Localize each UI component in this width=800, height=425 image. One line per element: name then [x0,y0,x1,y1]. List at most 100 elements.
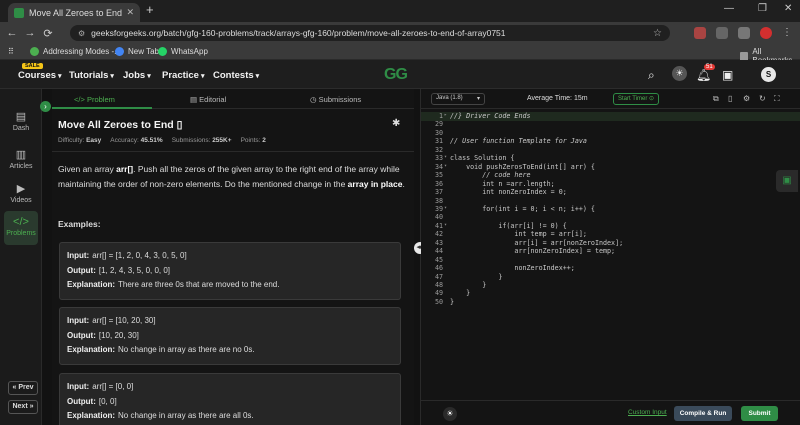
browser-menu-icon[interactable]: ⋮ [782,27,794,39]
new-tab-button[interactable]: + [146,2,154,17]
editor-pane: Java (1.8) ▾ Average Time: 15m Start Time… [421,89,800,425]
custom-input-link[interactable]: Custom Input [628,409,667,416]
menu-contests[interactable]: Contests ▾ [213,70,259,81]
extension-icon[interactable] [694,27,706,39]
bookmark-icon[interactable]: ▯ [174,119,183,131]
profile-icon[interactable] [760,27,772,39]
theme-icon[interactable]: ☀ [443,407,457,421]
apps-icon[interactable]: ⠿ [8,47,14,56]
avatar[interactable]: S [761,67,776,82]
left-nav-rail: ▤ Dash ▥ Articles ▶ Videos </> Problems « Pr… [0,89,42,425]
forward-arrow-icon[interactable]: → [21,27,39,39]
code-line[interactable]: 42 int temp = arr[i]; [421,230,800,239]
bookmark-new-tab[interactable]: New Tab [115,47,159,56]
submit-button[interactable]: Submit [741,406,778,421]
menu-jobs[interactable]: Jobs ▾ [123,70,151,81]
code-text: arr[nonZeroIndex] = temp; [450,247,616,256]
browser-tab-active[interactable]: Move All Zeroes to End | Practi ✕ [8,3,140,22]
code-line[interactable]: 38 [421,197,800,206]
menu-practice[interactable]: Practice ▾ [162,70,205,81]
code-line[interactable]: 29 [421,120,800,129]
bell-icon[interactable]: 🔔︎ [696,68,711,82]
code-line[interactable]: 44 arr[nonZeroIndex] = temp; [421,247,800,256]
rail-item-dash[interactable]: ▤ Dash [4,105,38,139]
chevron-right-icon[interactable]: › [40,101,51,112]
fold-icon[interactable]: ▸ [444,112,447,118]
fold-icon[interactable]: ▾ [444,205,447,211]
code-line[interactable]: 49 } [421,289,800,298]
bug-report-icon[interactable]: ✱ [392,118,400,129]
search-icon[interactable]: ⌕ [648,68,655,83]
start-timer-button[interactable]: Start Timer ⊙ [613,93,660,105]
code-line[interactable]: 33 ▾ class Solution { [421,154,800,163]
code-line[interactable]: 40 [421,213,800,222]
close-icon[interactable]: ✕ [126,7,134,18]
code-editor[interactable]: 1 ▸//} Driver Code Ends 29 30 31// User func… [421,110,800,400]
reset-icon[interactable]: ↻ [759,94,766,103]
dash-icon: ▤ [15,111,27,123]
code-line[interactable]: 48 } [421,281,800,290]
settings-icon[interactable]: ⚙ [743,94,750,103]
prev-button[interactable]: « Prev [8,381,38,395]
active-tab-indicator [52,107,152,109]
address-bar[interactable]: ⚙ geeksforgeeks.org/batch/gfg-160-proble… [70,25,670,41]
code-line[interactable]: 35 // code here [421,171,800,180]
code-line[interactable]: 45 [421,256,800,265]
translate-icon[interactable]: ▣ [722,68,733,82]
site-info-icon[interactable]: ⚙ [78,29,85,38]
clock-icon: ◷ [310,95,319,104]
chat-icon[interactable]: ▣ [776,170,798,192]
code-line[interactable]: 1 ▸//} Driver Code Ends [421,112,800,121]
copy-icon[interactable]: ⧉ [713,94,719,104]
tab-submissions[interactable]: ◷ Submissions [310,95,361,104]
code-line[interactable]: 32 [421,146,800,155]
minimize-icon[interactable]: — [724,3,734,14]
bookmark-addressing-modes[interactable]: Addressing Modes -... [30,47,121,56]
code-line[interactable]: 50} [421,298,800,307]
bookmark-whatsapp[interactable]: WhatsApp [158,47,208,56]
line-number: 41 [434,221,443,230]
rail-item-problems[interactable]: </> Problems [4,211,38,245]
code-line[interactable]: 34 ▾ void pushZerosToEnd(int[] arr) { [421,163,800,172]
code-line[interactable]: 39 ▾ for(int i = 0; i < n; i++) { [421,205,800,214]
file-icon[interactable]: ▯ [728,94,732,103]
line-number: 49 [434,289,443,298]
theme-toggle-icon[interactable]: ☀ [672,66,687,81]
fold-icon[interactable]: ▾ [444,222,447,228]
rail-item-articles[interactable]: ▥ Articles [4,143,38,177]
menu-tutorials[interactable]: Tutorials ▾ [69,70,114,81]
fold-icon[interactable]: ▾ [444,154,447,160]
code-line[interactable]: 37 int nonZeroIndex = 0; [421,188,800,197]
gfg-logo[interactable]: GG [384,66,408,84]
tab-editorial[interactable]: ▤ Editorial [190,95,226,104]
example-input: arr[] = [1, 2, 0, 4, 3, 0, 5, 0] [92,251,187,260]
fullscreen-icon[interactable]: ⛶ [774,94,780,104]
menu-courses[interactable]: Courses ▾ [18,70,62,81]
chevron-down-icon: ▾ [255,73,260,80]
code-line[interactable]: 47 } [421,273,800,282]
code-line[interactable]: 41 ▾ if(arr[i] != 0) { [421,222,800,231]
back-arrow-icon[interactable]: ← [3,27,21,39]
rail-item-videos[interactable]: ▶ Videos [4,177,38,211]
tab-problem[interactable]: </> Problem [74,95,115,104]
extensions-puzzle-icon[interactable] [716,27,728,39]
code-line[interactable]: 46 nonZeroIndex++; [421,264,800,273]
code-line[interactable]: 31 // User function Template for Java [421,137,800,146]
page-title: Move All Zeroes to End ▯ [58,119,183,131]
code-line[interactable]: 43 arr[i] = arr[nonZeroIndex]; [421,239,800,248]
gfg-favicon-icon [14,7,24,18]
code-text: if(arr[i] != 0) { [450,221,567,230]
reload-icon[interactable]: ⟳ [39,27,57,40]
compile-run-button[interactable]: Compile & Run [674,406,732,421]
side-panel-icon[interactable] [738,27,750,39]
code-line[interactable]: 36 int n =arr.length; [421,180,800,189]
next-button[interactable]: Next » [8,400,38,414]
code-line[interactable]: 30 [421,129,800,138]
window-close-icon[interactable]: ✕ [784,3,792,14]
maximize-icon[interactable]: ❐ [758,3,767,14]
language-select[interactable]: Java (1.8) ▾ [431,93,485,105]
fold-icon[interactable]: ▾ [444,163,447,169]
line-number: 31 [434,137,443,146]
bookmark-star-icon[interactable]: ☆ [653,28,662,39]
example-input: arr[] = [0, 0] [92,382,134,391]
